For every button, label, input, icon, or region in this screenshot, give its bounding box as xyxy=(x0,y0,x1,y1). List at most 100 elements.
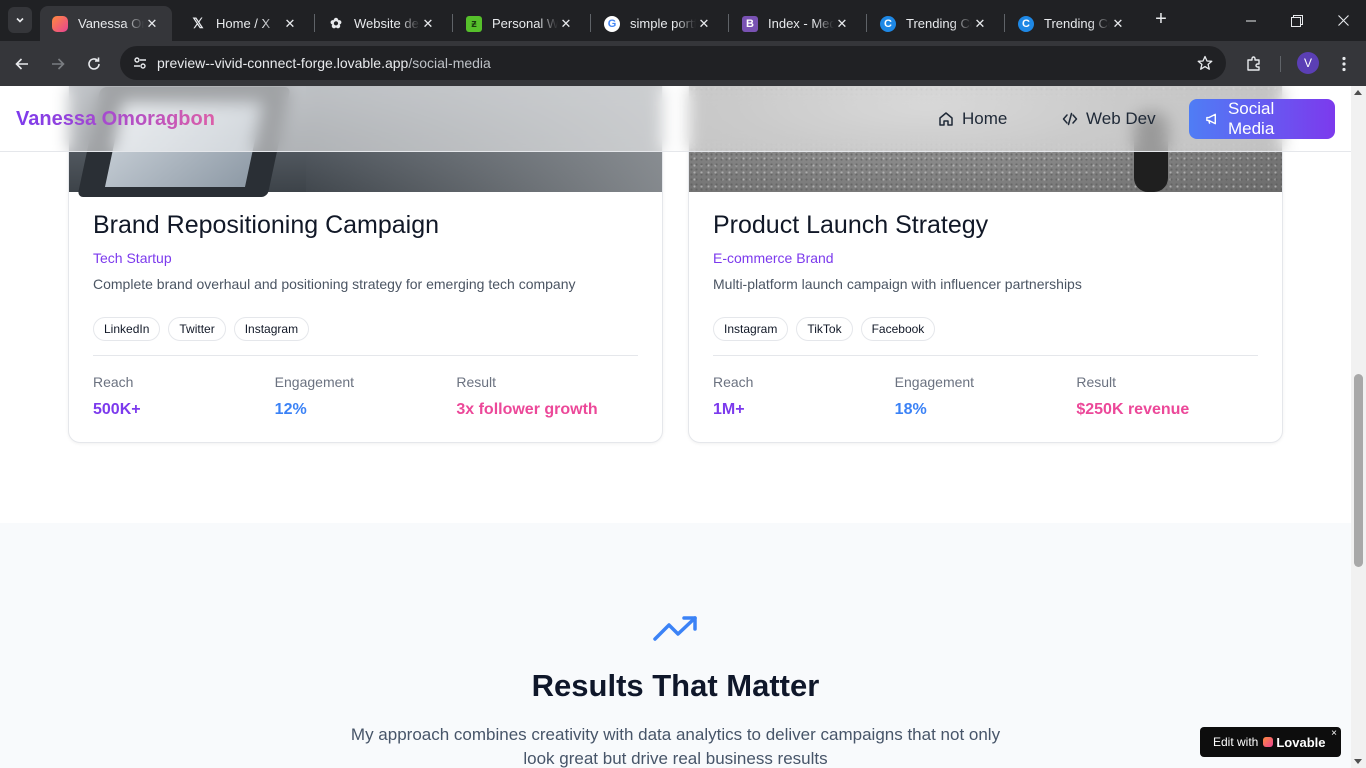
close-tab-icon[interactable]: ✕ xyxy=(420,16,436,32)
minimize-button[interactable] xyxy=(1228,0,1274,41)
close-icon xyxy=(1337,15,1349,26)
results-section: Results That Matter My approach combines… xyxy=(0,523,1351,768)
browser-tab-strip: Vanessa Omoragbon ✕ 𝕏 Home / X ✕ ✿ Websi… xyxy=(0,0,1366,41)
google-icon: G xyxy=(604,15,620,32)
project-description: Complete brand overhaul and positioning … xyxy=(93,276,576,292)
x-logo-icon: 𝕏 xyxy=(192,15,204,31)
home-icon xyxy=(939,112,953,126)
coolors-icon: C xyxy=(880,15,896,32)
extensions-button[interactable] xyxy=(1240,50,1268,78)
restore-button[interactable] xyxy=(1274,0,1320,41)
tag-twitter: Twitter xyxy=(168,317,226,341)
project-title: Product Launch Strategy xyxy=(713,211,989,239)
card-divider xyxy=(713,355,1258,356)
close-tab-icon[interactable]: ✕ xyxy=(282,16,298,32)
close-tab-icon[interactable]: ✕ xyxy=(834,16,850,32)
profile-avatar[interactable]: V xyxy=(1297,52,1319,74)
tab-website-design[interactable]: ✿ Website design ideas ✕ xyxy=(316,6,448,41)
framer-icon: ƶ xyxy=(466,15,482,32)
bootstrap-icon: B xyxy=(742,15,758,32)
nav-social-media-label: Social Media xyxy=(1227,99,1275,138)
tag-facebook: Facebook xyxy=(860,317,936,341)
tab-home-x[interactable]: 𝕏 Home / X ✕ xyxy=(178,6,310,41)
stat-result: Result 3x follower growth xyxy=(456,374,598,418)
browser-toolbar: preview--vivid-connect-forge.lovable.app… xyxy=(0,41,1366,86)
code-icon xyxy=(1062,112,1078,126)
coolors-icon: C xyxy=(1018,15,1034,32)
bookmark-star-icon[interactable] xyxy=(1194,52,1216,74)
url-path: /social-media xyxy=(408,55,491,71)
reload-icon xyxy=(88,57,100,70)
arrow-left-icon xyxy=(15,58,28,70)
megaphone-icon xyxy=(1206,113,1216,125)
close-tab-icon[interactable]: ✕ xyxy=(1110,16,1126,32)
new-tab-button[interactable]: + xyxy=(1150,9,1172,31)
restore-icon xyxy=(1291,14,1303,27)
edit-with-lovable-badge[interactable]: Edit with Lovable × xyxy=(1200,727,1341,757)
close-tab-icon[interactable]: ✕ xyxy=(972,16,988,32)
address-bar[interactable]: preview--vivid-connect-forge.lovable.app… xyxy=(120,46,1226,80)
tab-trending-colors-2[interactable]: C Trending Colors ✕ xyxy=(1006,6,1138,41)
scroll-up-arrow-icon[interactable] xyxy=(1354,90,1362,95)
tag-tiktok: TikTok xyxy=(796,317,853,341)
tag-instagram: Instagram xyxy=(233,317,310,341)
card-divider xyxy=(93,355,638,356)
back-button[interactable] xyxy=(8,50,36,78)
trending-up-icon xyxy=(653,616,697,641)
page-viewport: Brand Repositioning Campaign Tech Startu… xyxy=(0,86,1351,768)
project-title: Brand Repositioning Campaign xyxy=(93,211,440,239)
tab-vanessa-omoragbon[interactable]: Vanessa Omoragbon ✕ xyxy=(40,6,172,41)
minimize-icon xyxy=(1246,20,1256,21)
nav-home[interactable]: Home xyxy=(922,99,1023,139)
results-description: My approach combines creativity with dat… xyxy=(350,725,1001,768)
close-tab-icon[interactable]: ✕ xyxy=(558,16,574,32)
tab-simple-portfolio[interactable]: G simple portfolio ✕ xyxy=(592,6,724,41)
browser-menu-button[interactable] xyxy=(1330,50,1358,78)
lovable-heart-icon xyxy=(1263,737,1274,747)
openai-icon: ✿ xyxy=(330,15,342,31)
project-stats: Reach 1M+ Engagement 18% Result $250K re… xyxy=(713,374,1258,420)
site-brand[interactable]: Vanessa Omoragbon xyxy=(16,108,215,131)
stat-engagement: Engagement 18% xyxy=(894,374,975,418)
project-description: Multi-platform launch campaign with infl… xyxy=(713,276,1082,292)
tag-linkedin: LinkedIn xyxy=(93,317,161,341)
results-title: Results That Matter xyxy=(531,668,820,703)
page-scrollbar[interactable] xyxy=(1351,86,1366,768)
project-stats: Reach 500K+ Engagement 12% Result 3x fol… xyxy=(93,374,638,420)
scrollbar-thumb[interactable] xyxy=(1354,374,1363,567)
stat-reach: Reach 500K+ xyxy=(93,374,141,418)
close-tab-icon[interactable]: ✕ xyxy=(696,16,712,32)
close-badge-icon[interactable]: × xyxy=(1331,728,1337,739)
arrow-right-icon xyxy=(52,58,65,70)
tab-trending-colors-1[interactable]: C Trending Colors ✕ xyxy=(868,6,1000,41)
tab-index-medium[interactable]: B Index - Medium ✕ xyxy=(730,6,862,41)
kebab-menu-icon xyxy=(1342,56,1346,72)
stat-result: Result $250K revenue xyxy=(1076,374,1190,418)
url-text: preview--vivid-connect-forge.lovable.app… xyxy=(157,55,491,71)
nav-web-dev-label: Web Dev xyxy=(1086,109,1156,128)
project-client: E-commerce Brand xyxy=(713,250,834,266)
platform-tags: LinkedIn Twitter Instagram xyxy=(93,317,638,341)
project-client: Tech Startup xyxy=(93,250,172,266)
nav-social-media[interactable]: Social Media xyxy=(1189,99,1335,139)
puzzle-icon xyxy=(1247,56,1260,71)
tab-personal-website[interactable]: ƶ Personal Website ✕ xyxy=(454,6,586,41)
scroll-down-arrow-icon[interactable] xyxy=(1354,759,1362,764)
chevron-down-icon xyxy=(16,17,24,23)
close-tab-icon[interactable]: ✕ xyxy=(144,16,160,32)
reload-button[interactable] xyxy=(80,50,108,78)
lovable-logo: Lovable xyxy=(1263,735,1325,750)
url-host: preview--vivid-connect-forge.lovable.app xyxy=(157,55,409,71)
badge-prefix: Edit with xyxy=(1213,735,1259,749)
tag-instagram: Instagram xyxy=(713,317,789,341)
platform-tags: Instagram TikTok Facebook xyxy=(713,317,1258,341)
tab-search-button[interactable] xyxy=(8,7,32,33)
lovable-heart-icon xyxy=(52,15,68,32)
site-navbar: Vanessa Omoragbon Home Web Dev Social Me… xyxy=(0,86,1351,152)
stat-engagement: Engagement 12% xyxy=(274,374,355,418)
forward-button[interactable] xyxy=(44,50,72,78)
nav-web-dev[interactable]: Web Dev xyxy=(1046,99,1172,139)
nav-home-label: Home xyxy=(962,109,1008,128)
close-window-button[interactable] xyxy=(1320,0,1366,41)
site-settings-icon[interactable] xyxy=(128,51,152,75)
